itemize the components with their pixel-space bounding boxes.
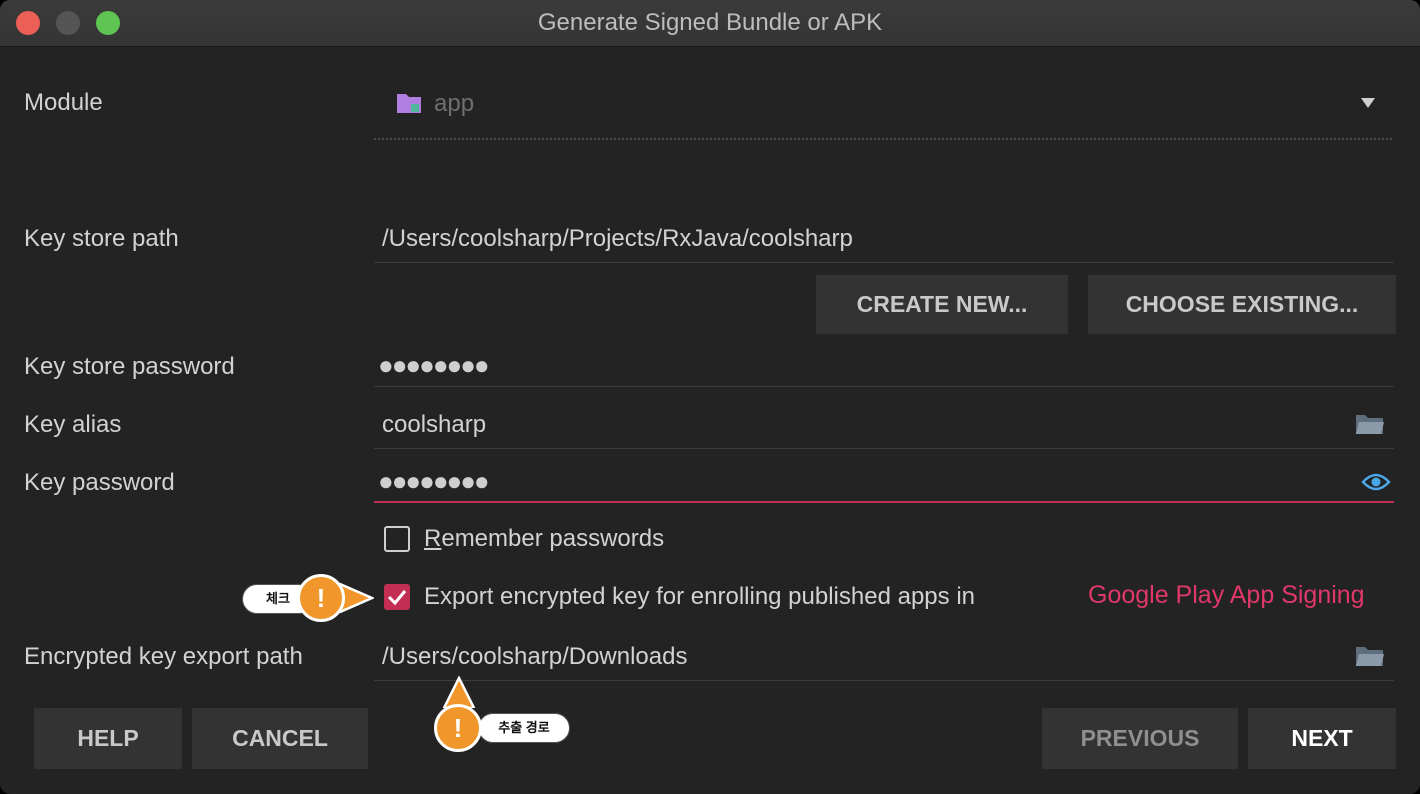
key-alias-label: Key alias [24,411,122,438]
key-password-underline-error [374,501,1394,503]
encrypted-key-export-path-input[interactable]: /Users/coolsharp/Downloads [382,643,687,671]
export-encrypted-key-label[interactable]: Export encrypted key for enrolling publi… [424,583,975,611]
key-password-label: Key password [24,469,175,496]
key-store-password-label: Key store password [24,353,235,380]
key-store-path-underline [374,262,1394,263]
checkmark-icon [387,590,407,606]
key-store-password-underline [374,386,1394,387]
annotation-check-marker: ! [297,574,345,622]
key-alias-underline [374,448,1394,449]
export-path-underline [374,680,1394,681]
remember-passwords-checkbox[interactable] [384,526,410,552]
export-encrypted-key-checkbox[interactable] [384,584,410,610]
dialog-window: Generate Signed Bundle or APK Module app… [0,0,1420,794]
remember-passwords-text: emember passwords [441,525,665,552]
key-password-input[interactable]: ●●●●●●●● [378,466,490,497]
module-dropdown[interactable]: app [374,80,1394,130]
remember-passwords-mnemonic: R [424,525,442,552]
module-divider [374,138,1392,140]
chevron-down-icon [1361,98,1375,108]
key-store-password-input[interactable]: ●●●●●●●● [378,350,490,381]
choose-existing-button[interactable]: CHOOSE EXISTING... [1088,275,1396,334]
key-alias-input[interactable]: coolsharp [382,411,486,439]
create-new-button[interactable]: CREATE NEW... [816,275,1068,334]
eye-icon[interactable] [1361,472,1391,492]
encrypted-key-export-path-label: Encrypted key export path [24,643,303,670]
annotation-path-label: 추출 경로 [478,713,570,743]
help-button[interactable]: HELP [34,708,182,769]
cancel-button[interactable]: CANCEL [192,708,368,769]
next-button[interactable]: NEXT [1248,708,1396,769]
module-folder-icon [397,94,421,113]
remember-passwords-label[interactable]: Remember passwords [424,525,664,553]
title-bar: Generate Signed Bundle or APK [0,0,1420,47]
window-title: Generate Signed Bundle or APK [537,9,883,36]
previous-button[interactable]: PREVIOUS [1042,708,1238,769]
key-store-path-input[interactable]: /Users/coolsharp/Projects/RxJava/coolsha… [382,225,853,253]
annotation-arrow-right-icon [340,582,374,614]
module-label: Module [24,89,103,116]
key-store-path-label: Key store path [24,225,179,252]
google-play-app-signing-link[interactable]: Google Play App Signing [1088,581,1365,610]
annotation-path-marker: ! [434,704,482,752]
key-alias-folder-icon[interactable] [1355,413,1385,435]
export-path-folder-icon[interactable] [1355,645,1385,667]
module-value: app [434,90,475,117]
